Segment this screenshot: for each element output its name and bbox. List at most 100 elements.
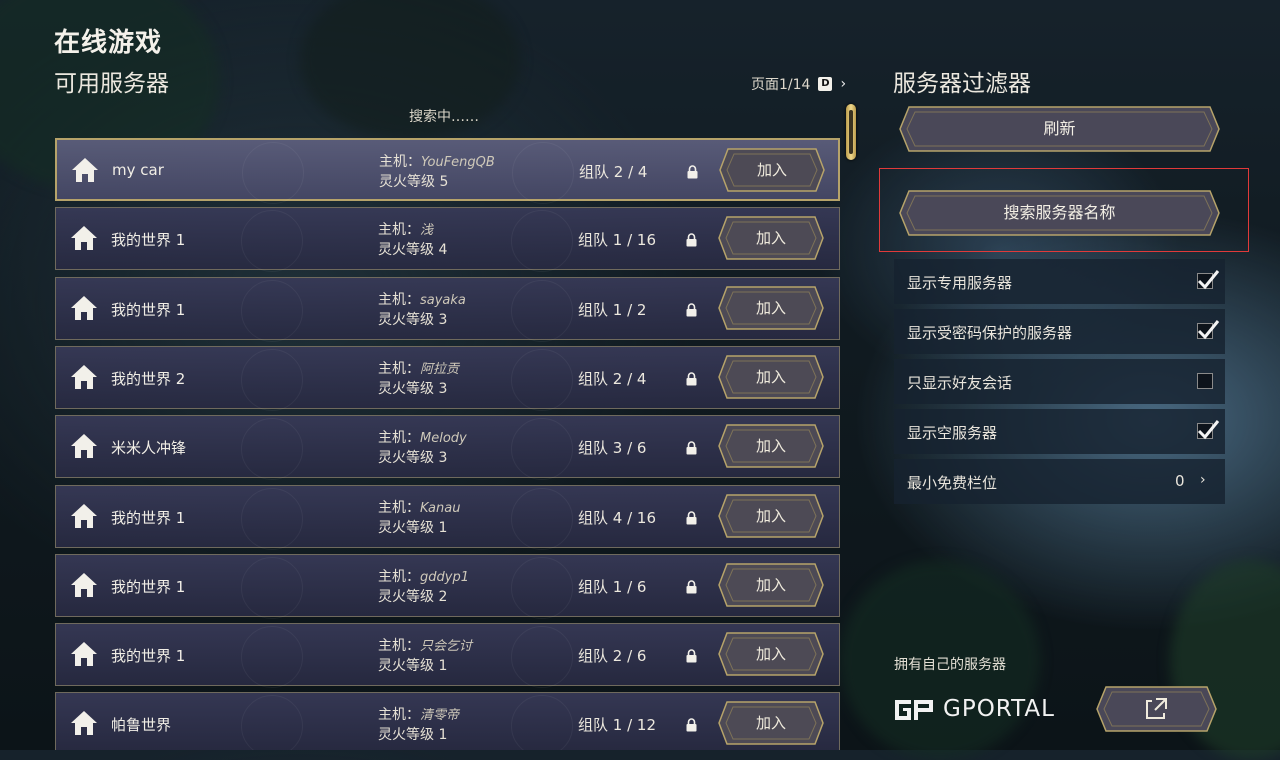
- server-party-count: 组队 4 / 16: [578, 508, 656, 527]
- join-button[interactable]: 加入: [716, 699, 826, 747]
- server-name: 我的世界 1: [111, 647, 186, 666]
- search-server-name-button[interactable]: 搜索服务器名称: [897, 188, 1222, 238]
- join-button[interactable]: 加入: [716, 353, 826, 401]
- server-host: 主机：gddyp1: [378, 566, 469, 586]
- scrollbar-thumb[interactable]: [846, 104, 856, 160]
- join-button[interactable]: 加入: [716, 492, 826, 540]
- min-free-slots-option[interactable]: 最小免费栏位 0 ›: [894, 459, 1225, 504]
- join-button-label: 加入: [755, 506, 786, 525]
- server-row[interactable]: 我的世界 1 主机：只会乞讨 灵火等级 1 组队 2 / 6 加入: [55, 623, 840, 689]
- gportal-brand-text: GPORTAL: [943, 696, 1055, 722]
- server-host: 主机：Kanau: [378, 497, 460, 517]
- page-indicator: 页面1/14: [751, 77, 811, 93]
- server-name: 我的世界 1: [111, 231, 186, 250]
- join-button-label: 加入: [755, 367, 786, 386]
- host-label: 主机：: [378, 499, 420, 516]
- server-name: 我的世界 1: [111, 300, 186, 319]
- server-level: 灵火等级 3: [378, 450, 448, 467]
- filter-option-label: 显示专用服务器: [907, 274, 1013, 292]
- join-button[interactable]: 加入: [716, 284, 826, 332]
- home-icon: [71, 572, 97, 597]
- lock-icon: [686, 510, 697, 524]
- host-label: 主机：: [378, 568, 420, 585]
- join-button[interactable]: 加入: [716, 561, 826, 609]
- server-name: 我的世界 1: [111, 508, 186, 527]
- filter-title: 服务器过滤器: [893, 71, 1031, 97]
- server-level: 灵火等级 3: [378, 380, 448, 397]
- lock-icon: [686, 233, 697, 247]
- host-label: 主机：: [378, 360, 420, 377]
- server-host: 主机：sayaka: [378, 289, 466, 309]
- server-party-count: 组队 2 / 4: [579, 163, 648, 181]
- server-party-count: 组队 1 / 2: [578, 300, 647, 319]
- join-button-label: 加入: [755, 437, 786, 456]
- server-row[interactable]: 米米人冲锋 主机：Melody 灵火等级 3 组队 3 / 6 加入: [55, 415, 840, 481]
- server-row[interactable]: 我的世界 1 主机：sayaka 灵火等级 3 组队 1 / 2 加入: [55, 276, 840, 342]
- checkmark-icon: [1197, 270, 1220, 290]
- host-label: 主机：: [378, 707, 420, 724]
- filter-checkbox[interactable]: [1197, 373, 1213, 389]
- join-button[interactable]: 加入: [717, 146, 827, 194]
- gportal-logo: GPORTAL: [893, 696, 1083, 723]
- server-level: 灵火等级 1: [378, 519, 448, 536]
- filter-option[interactable]: 显示专用服务器: [894, 259, 1225, 304]
- host-label: 主机：: [379, 154, 421, 170]
- searching-status: 搜索中……: [409, 109, 479, 125]
- server-level: 灵火等级 1: [378, 658, 448, 675]
- section-title: 可用服务器: [54, 71, 169, 97]
- server-row[interactable]: 我的世界 2 主机：阿拉贡 灵火等级 3 组队 2 / 4 加入: [55, 345, 840, 411]
- open-gportal-button[interactable]: [1094, 684, 1219, 734]
- join-button-label: 加入: [755, 575, 786, 594]
- next-page-arrow-icon[interactable]: ›: [840, 76, 846, 92]
- host-name: sayaka: [420, 292, 466, 308]
- server-level: 灵火等级 5: [379, 174, 449, 190]
- join-button[interactable]: 加入: [716, 422, 826, 470]
- server-host: 主机：浅: [378, 219, 433, 239]
- host-name: YouFengQB: [421, 155, 495, 170]
- filter-option[interactable]: 显示空服务器: [894, 409, 1225, 454]
- server-row[interactable]: 我的世界 1 主机：gddyp1 灵火等级 2 组队 1 / 6 加入: [55, 553, 840, 619]
- server-row[interactable]: 我的世界 1 主机：浅 灵火等级 4 组队 1 / 16 加入: [55, 207, 840, 273]
- server-host: 主机：清零帝: [378, 704, 459, 724]
- home-icon: [71, 364, 97, 389]
- filter-option[interactable]: 显示受密码保护的服务器: [894, 309, 1225, 354]
- home-icon: [71, 226, 97, 251]
- filter-option[interactable]: 只显示好友会话: [894, 359, 1225, 404]
- home-icon: [71, 642, 97, 667]
- server-party-count: 组队 2 / 6: [578, 647, 647, 666]
- search-server-name-label: 搜索服务器名称: [1003, 203, 1116, 222]
- home-icon: [71, 295, 97, 320]
- filter-checkbox[interactable]: [1197, 320, 1220, 340]
- gportal-logo-icon: [895, 700, 933, 720]
- filter-option-label: 只显示好友会话: [907, 374, 1013, 392]
- chevron-right-icon[interactable]: ›: [1200, 472, 1206, 488]
- refresh-button[interactable]: 刷新: [897, 104, 1222, 154]
- scrollbar[interactable]: [845, 104, 857, 160]
- host-name: 浅: [420, 223, 434, 239]
- join-button-label: 加入: [755, 298, 786, 317]
- min-free-slots-value: 0: [1175, 472, 1185, 490]
- join-button[interactable]: 加入: [716, 214, 826, 262]
- join-button-label: 加入: [755, 714, 786, 733]
- lock-icon: [687, 165, 698, 179]
- join-button[interactable]: 加入: [716, 630, 826, 678]
- server-list: my car 主机：YouFengQB 灵火等级 5 组队 2 / 4 加入 我…: [55, 138, 842, 750]
- server-row[interactable]: 我的世界 1 主机：Kanau 灵火等级 1 组队 4 / 16 加入: [55, 484, 840, 550]
- server-party-count: 组队 3 / 6: [578, 439, 647, 458]
- server-host: 主机：只会乞讨: [378, 635, 472, 655]
- home-icon: [72, 158, 98, 182]
- server-row[interactable]: my car 主机：YouFengQB 灵火等级 5 组队 2 / 4 加入: [55, 138, 840, 204]
- server-level: 灵火等级 3: [378, 311, 448, 328]
- filter-checkbox[interactable]: [1197, 270, 1220, 290]
- server-row[interactable]: 帕鲁世界 主机：清零帝 灵火等级 1 组队 1 / 12 加入: [55, 692, 840, 750]
- filter-checkbox[interactable]: [1197, 420, 1220, 440]
- host-name: 清零帝: [420, 708, 460, 724]
- server-name: 帕鲁世界: [111, 716, 172, 735]
- server-level: 灵火等级 4: [378, 242, 448, 259]
- min-free-slots-label: 最小免费栏位: [907, 474, 998, 492]
- join-button-label: 加入: [755, 645, 786, 664]
- external-link-frame: [1096, 686, 1217, 732]
- lock-icon: [686, 441, 697, 455]
- host-label: 主机：: [378, 638, 420, 655]
- refresh-button-label: 刷新: [1043, 119, 1076, 138]
